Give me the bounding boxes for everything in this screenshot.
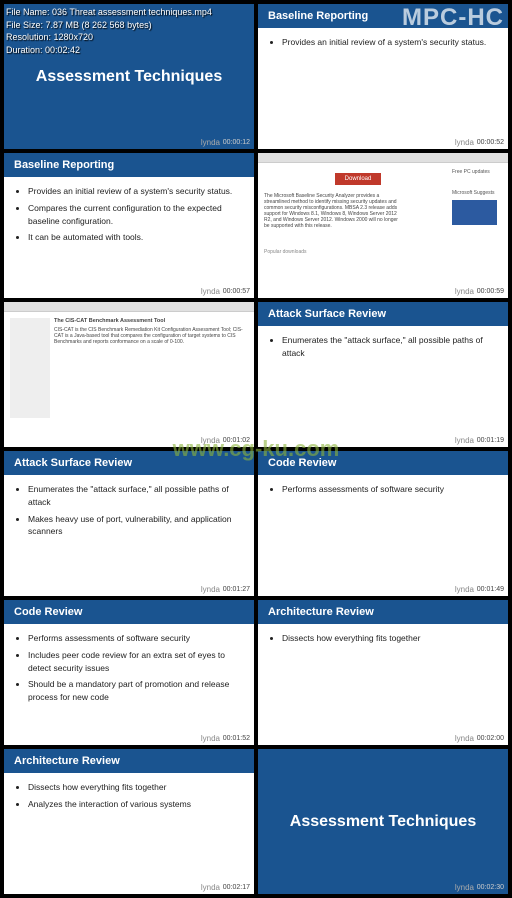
browser-sidebar: Free PC updates Microsoft Suggests	[452, 169, 502, 225]
slide-body: Enumerates the "attack surface," all pos…	[4, 475, 254, 550]
slide-title: Assessment Techniques	[282, 805, 484, 839]
bullet: Provides an initial review of a system's…	[282, 36, 498, 49]
thumbnail-cell[interactable]: Attack Surface Review Enumerates the "at…	[258, 302, 508, 447]
thumbnail-grid: Assessment Techniques 00:00:12 lynda Bas…	[0, 0, 512, 898]
bullet: Compares the current configuration to th…	[28, 202, 244, 228]
bullet: Performs assessments of software securit…	[282, 483, 498, 496]
browser-screenshot: The CIS-CAT Benchmark Assessment Tool CI…	[4, 302, 254, 447]
file-size: File Size: 7.87 MB (8 262 568 bytes)	[6, 19, 212, 32]
lynda-watermark: lynda	[455, 734, 474, 743]
slide-title: Assessment Techniques	[28, 60, 230, 94]
bullet: It can be automated with tools.	[28, 231, 244, 244]
slide-header: Attack Surface Review	[258, 302, 508, 326]
timestamp: 00:00:59	[477, 288, 504, 295]
sidebar-label: Microsoft Suggests	[452, 190, 502, 196]
lynda-watermark: lynda	[455, 883, 474, 892]
lynda-watermark: lynda	[455, 436, 474, 445]
lynda-watermark: lynda	[201, 883, 220, 892]
bullet: Enumerates the "attack surface," all pos…	[28, 483, 244, 509]
popular-downloads: Popular downloads	[264, 249, 502, 255]
file-name: File Name: 036 Threat assessment techniq…	[6, 6, 212, 19]
thumbnail-cell[interactable]: Code Review Performs assessments of soft…	[4, 600, 254, 745]
timestamp: 00:00:57	[223, 288, 250, 295]
thumbnail-cell[interactable]: Architecture Review Dissects how everyth…	[258, 600, 508, 745]
lynda-watermark: lynda	[201, 138, 220, 147]
thumbnail-cell[interactable]: Code Review Performs assessments of soft…	[258, 451, 508, 596]
slide-body: Dissects how everything fits together An…	[4, 773, 254, 823]
bullet: Makes heavy use of port, vulnerability, …	[28, 513, 244, 539]
slide-body: Provides an initial review of a system's…	[4, 177, 254, 256]
lynda-watermark: lynda	[455, 138, 474, 147]
thumbnail-cell[interactable]: The CIS-CAT Benchmark Assessment Tool CI…	[4, 302, 254, 447]
timestamp: 00:02:30	[477, 884, 504, 891]
thumbnail-cell[interactable]: Attack Surface Review Enumerates the "at…	[4, 451, 254, 596]
promo-box	[452, 200, 497, 225]
thumbnail-cell[interactable]: Free PC updates Microsoft Suggests Downl…	[258, 153, 508, 298]
thumbnail-cell[interactable]: Architecture Review Dissects how everyth…	[4, 749, 254, 894]
lynda-watermark: lynda	[201, 585, 220, 594]
file-duration: Duration: 00:02:42	[6, 44, 212, 57]
browser-screenshot: Free PC updates Microsoft Suggests Downl…	[258, 153, 508, 298]
browser-content: Free PC updates Microsoft Suggests Downl…	[258, 163, 508, 298]
timestamp: 00:02:17	[223, 884, 250, 891]
timestamp: 00:01:27	[223, 586, 250, 593]
browser-toolbar	[4, 302, 254, 312]
slide-body: Performs assessments of software securit…	[4, 624, 254, 716]
browser-toolbar	[258, 153, 508, 163]
slide-body: Performs assessments of software securit…	[258, 475, 508, 508]
timestamp: 00:01:49	[477, 586, 504, 593]
bullet: Dissects how everything fits together	[28, 781, 244, 794]
bullet: Provides an initial review of a system's…	[28, 185, 244, 198]
lynda-watermark: lynda	[201, 287, 220, 296]
slide-header: Code Review	[4, 600, 254, 624]
timestamp: 00:02:00	[477, 735, 504, 742]
slide-body: Enumerates the "attack surface," all pos…	[258, 326, 508, 372]
timestamp: 00:01:19	[477, 437, 504, 444]
timestamp: 00:01:02	[223, 437, 250, 444]
app-title: MPC-HC	[402, 4, 504, 32]
description-text: The Microsoft Baseline Security Analyzer…	[264, 193, 404, 229]
slide-header: Code Review	[258, 451, 508, 475]
bullet: Performs assessments of software securit…	[28, 632, 244, 645]
bullet: Dissects how everything fits together	[282, 632, 498, 645]
thumbnail-cell[interactable]: Assessment Techniques lynda 00:02:30	[258, 749, 508, 894]
slide-header: Architecture Review	[4, 749, 254, 773]
file-info-overlay: File Name: 036 Threat assessment techniq…	[6, 6, 212, 56]
lynda-watermark: lynda	[455, 287, 474, 296]
bullet: Includes peer code review for an extra s…	[28, 649, 244, 675]
slide-header: Baseline Reporting	[4, 153, 254, 177]
timestamp: 00:01:52	[223, 735, 250, 742]
slide-header: Architecture Review	[258, 600, 508, 624]
file-resolution: Resolution: 1280x720	[6, 31, 212, 44]
lynda-watermark: lynda	[201, 436, 220, 445]
lynda-watermark: lynda	[455, 585, 474, 594]
bullet: Should be a mandatory part of promotion …	[28, 678, 244, 704]
browser-sidebar	[10, 318, 50, 418]
timestamp: 00:00:52	[477, 139, 504, 146]
bullet: Analyzes the interaction of various syst…	[28, 798, 244, 811]
timestamp: 00:00:12	[223, 139, 250, 146]
sidebar-label: Free PC updates	[452, 169, 502, 175]
lynda-watermark: lynda	[201, 734, 220, 743]
browser-content: The CIS-CAT Benchmark Assessment Tool CI…	[4, 312, 254, 447]
slide-body: Dissects how everything fits together	[258, 624, 508, 657]
slide-header: Attack Surface Review	[4, 451, 254, 475]
bullet: Enumerates the "attack surface," all pos…	[282, 334, 498, 360]
download-button: Download	[335, 173, 382, 185]
thumbnail-cell[interactable]: Baseline Reporting Provides an initial r…	[4, 153, 254, 298]
slide-body: Provides an initial review of a system's…	[258, 28, 508, 61]
